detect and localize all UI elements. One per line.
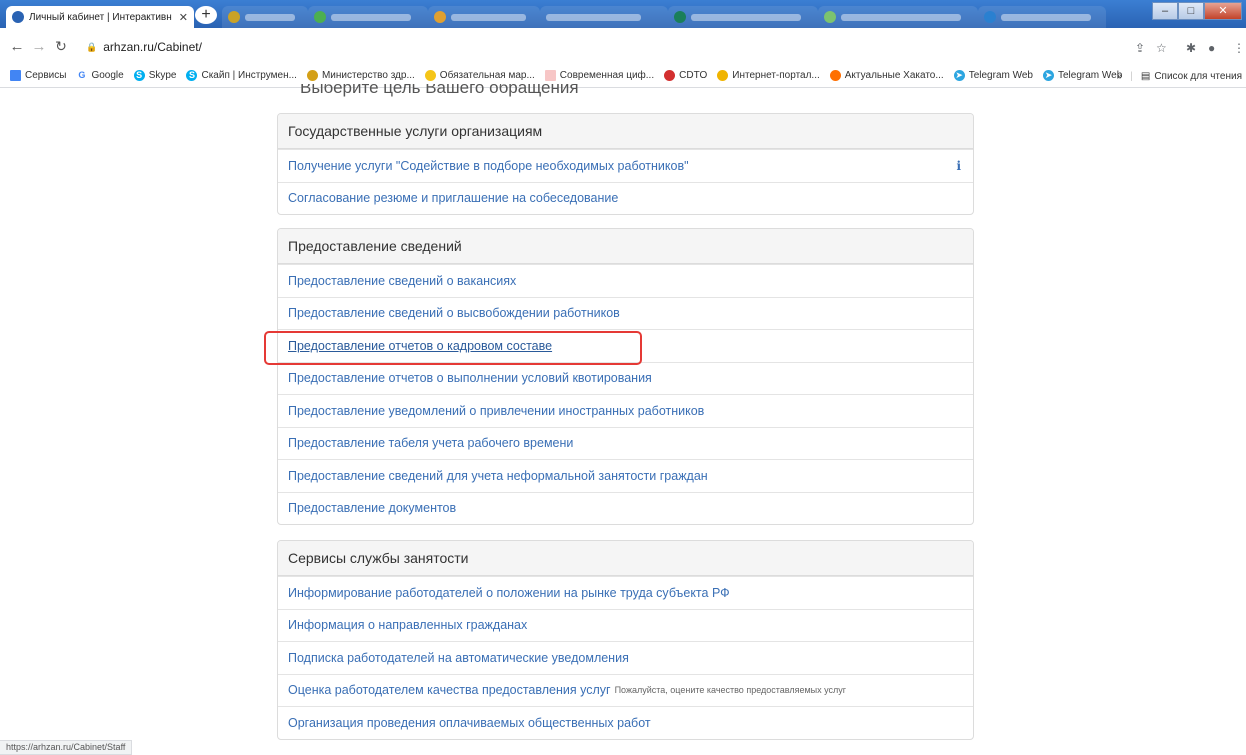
list-item[interactable]: Предоставление уведомлений о привлечении… [278,394,973,427]
list-item[interactable]: Предоставление отчетов о выполнении усло… [278,361,973,395]
highlight-annotation [264,331,642,365]
reload-icon[interactable]: ↻ [50,38,72,55]
list-item[interactable]: Оценка работодателем качества предоставл… [278,673,973,707]
apps-grid-icon [10,70,21,81]
tab-inactive[interactable] [308,6,428,28]
list-item[interactable]: Предоставление сведений для учета неформ… [278,459,973,492]
chevron-double-right-icon[interactable]: » [1117,71,1123,82]
skype-icon: S [186,70,198,81]
close-tab-icon[interactable]: ✕ [179,11,188,24]
bookmark-item[interactable]: ➤ Telegram Web [1043,70,1122,81]
profile-avatar-icon[interactable]: ● [1208,41,1215,55]
bookmarks-bar: Сервисы G Google S Skype S Скайп | Инструме… [0,64,1246,88]
info-icon[interactable]: i [956,159,961,173]
list-item[interactable]: Информация о направленных гражданах [278,608,973,642]
favicon-icon [228,11,240,23]
section-title: Государственные услуги организациям [278,114,973,149]
doc-icon [544,70,556,81]
telegram-icon: ➤ [953,70,965,81]
list-item[interactable]: Предоставление табеля учета рабочего вре… [278,426,973,460]
rating-hint: Пожалуйста, оцените качество предоставля… [614,685,847,696]
tab-inactive[interactable] [978,6,1106,28]
window-controls: – □ ✕ [1152,2,1242,20]
mark-icon [424,70,436,81]
tab-active[interactable]: Личный кабинет | Интерактивн ✕ [6,6,194,28]
tab-inactive[interactable] [668,6,818,28]
favicon-icon [984,11,996,23]
reading-list-button[interactable]: Список для чтения [1154,71,1242,82]
bookmark-item[interactable]: CDTO [664,70,707,81]
skype-icon: S [133,70,145,81]
bookmark-item[interactable]: Интернет-портал... [717,70,820,81]
tab-inactive[interactable] [428,6,540,28]
list-item[interactable]: Информирование работодателей о положении… [278,576,973,609]
bookmark-item[interactable]: Современная циф... [544,70,654,81]
telegram-icon: ➤ [1043,70,1054,81]
window-close-button[interactable]: ✕ [1204,2,1242,20]
bookmark-star-icon[interactable]: ☆ [1156,41,1167,55]
bookmark-item[interactable]: S Скайп | Инструмен... [186,70,297,81]
section-title: Сервисы службы занятости [278,541,973,576]
bookmark-item[interactable]: S Skype [133,70,176,81]
cdto-icon [664,70,676,81]
new-tab-button[interactable]: + [195,6,217,24]
bookmark-item[interactable]: G Google [76,70,124,81]
menu-kebab-icon[interactable]: ⋮ [1233,41,1245,55]
google-icon: G [76,70,88,81]
tab-inactive[interactable] [540,6,668,28]
tab-inactive[interactable] [818,6,978,28]
portal-icon [717,70,729,81]
section-reporting: Предоставление сведений Предоставление с… [277,228,974,525]
status-url: https://arhzan.ru/Cabinet/Staff [0,740,133,755]
lock-icon: 🔒 [86,41,98,52]
bookmark-item[interactable]: Сервисы [10,70,66,81]
hackathon-icon [829,70,841,81]
forward-arrow-icon[interactable]: → [28,38,50,55]
emblem-icon [306,70,318,81]
tab-strip: Личный кабинет | Интерактивн ✕ + – □ ✕ [0,0,1246,28]
bookmark-item[interactable]: Министерство здр... [306,70,415,81]
list-item[interactable]: Подписка работодателей на автоматические… [278,641,973,674]
bookmark-item[interactable]: Актуальные Хакато... [829,70,944,81]
list-item[interactable]: Предоставление документов [278,491,973,525]
list-item[interactable]: Предоставление сведений о вакансиях [278,264,973,297]
site-favicon-icon [12,11,24,23]
extensions-puzzle-icon[interactable]: ✱ [1186,41,1196,55]
back-arrow-icon[interactable]: ← [6,38,28,55]
favicon-icon [434,11,446,23]
bookmark-item[interactable]: Обязательная мар... [424,70,535,81]
section-title: Предоставление сведений [278,229,973,264]
list-item[interactable]: Согласование резюме и приглашение на соб… [278,181,973,215]
section-gov-services: Государственные услуги организациям Полу… [277,113,974,215]
bookmarks-overflow: » | ▤ Список для чтения [1116,70,1242,82]
url-text: arhzan.ru/Cabinet/ [103,40,202,54]
favicon-icon [824,11,836,23]
reading-list-icon: ▤ [1140,70,1151,82]
url-field[interactable]: 🔒 arhzan.ru/Cabinet/ [86,40,202,54]
tab-title: Личный кабинет | Интерактивн [29,11,172,23]
favicon-icon [674,11,686,23]
tab-inactive[interactable] [222,6,308,28]
favicon-icon [314,11,326,23]
list-item[interactable]: Получение услуги "Содействие в подборе н… [278,149,973,182]
section-employment-services: Сервисы службы занятости Информирование … [277,540,974,740]
bookmark-item[interactable]: ➤ Telegram Web [953,70,1033,81]
list-item[interactable]: Организация проведения оплачиваемых обще… [278,706,973,739]
maximize-button[interactable]: □ [1178,2,1204,20]
page-title: Выберите цель Вашего обращения [300,84,579,97]
share-icon[interactable]: ⇪ [1135,41,1145,55]
minimize-button[interactable]: – [1152,2,1178,20]
list-item[interactable]: Предоставление сведений о высвобождении … [278,296,973,330]
